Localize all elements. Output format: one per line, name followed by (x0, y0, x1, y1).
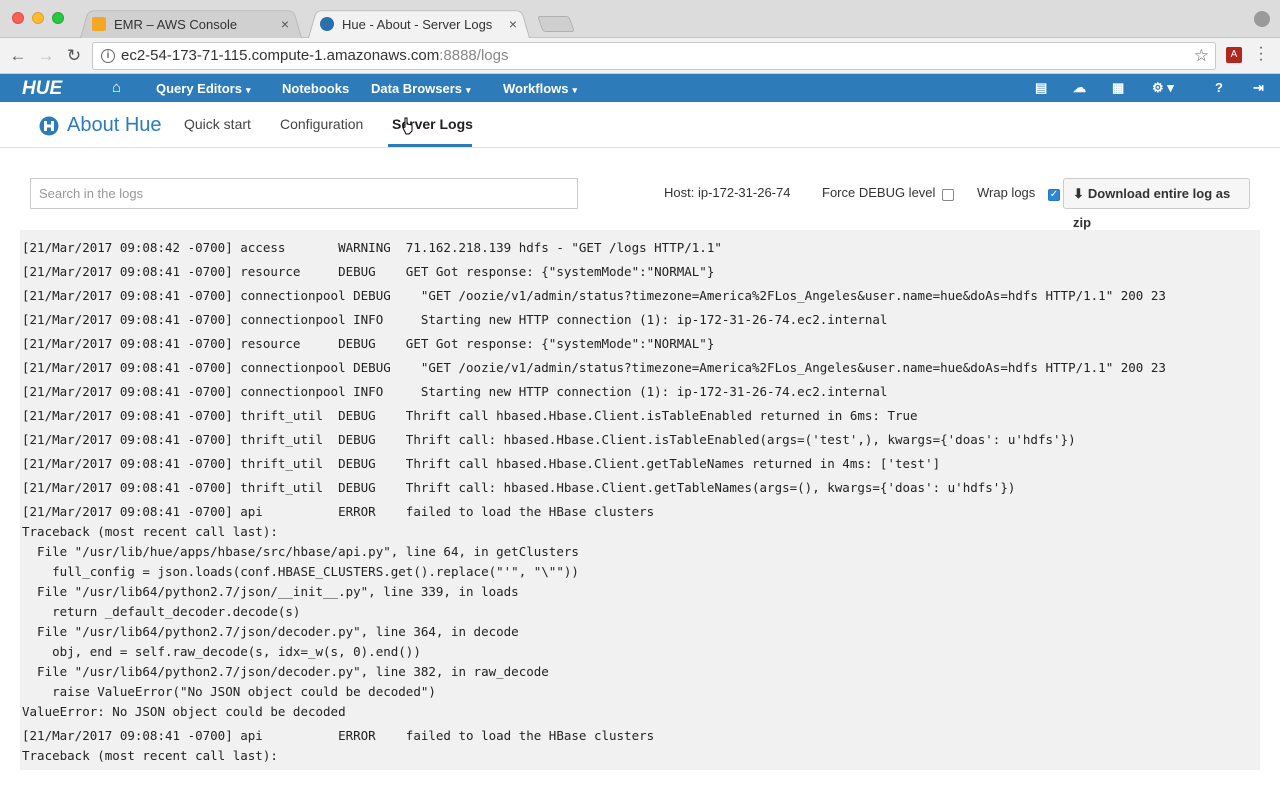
log-line: raise ValueError("No JSON object could b… (22, 684, 436, 699)
log-line: [21/Mar/2017 09:08:41 -0700] api ERROR f… (22, 728, 655, 743)
log-line: File "/usr/lib/hue/apps/hbase/src/hbase/… (22, 544, 579, 559)
tab-close-icon[interactable]: × (506, 16, 520, 32)
log-line: [21/Mar/2017 09:08:41 -0700] thrift_util… (22, 432, 1076, 447)
log-line: File "/usr/lib64/python2.7/json/decoder.… (22, 664, 549, 679)
reload-icon[interactable]: ↻ (64, 46, 84, 66)
force-debug-label: Force DEBUG level (822, 185, 936, 200)
log-line: [21/Mar/2017 09:08:41 -0700] connectionp… (22, 312, 888, 327)
wrap-logs-checkbox[interactable]: ✓ (1048, 189, 1060, 201)
log-line: [21/Mar/2017 09:08:41 -0700] resource DE… (22, 336, 715, 351)
log-search-input[interactable]: Search in the logs (30, 178, 578, 209)
log-line: Traceback (most recent call last): (22, 748, 278, 763)
aws-favicon-icon (92, 17, 106, 31)
about-subheader: About Hue Quick start Configuration Serv… (0, 102, 1280, 148)
host-label: Host: ip-172-31-26-74 (664, 185, 791, 200)
nav-data-browsers[interactable]: Data Browsers ▾ (371, 81, 471, 96)
hue-favicon-icon (320, 17, 334, 31)
log-line: obj, end = self.raw_decode(s, idx=_w(s, … (22, 644, 421, 659)
url-host: ec2-54-173-71-115.compute-1.amazonaws.co… (121, 47, 440, 64)
info-icon[interactable]: i (101, 49, 115, 63)
log-line: [21/Mar/2017 09:08:41 -0700] thrift_util… (22, 480, 1016, 495)
nav-notebooks[interactable]: Notebooks (282, 81, 349, 96)
browser-tab-hue[interactable]: Hue - About - Server Logs × (308, 8, 530, 38)
log-output[interactable]: [21/Mar/2017 09:08:42 -0700] access WARN… (20, 230, 1260, 770)
hue-about-logo-icon (39, 116, 59, 136)
log-line: [21/Mar/2017 09:08:41 -0700] connectionp… (22, 288, 1166, 303)
window-minimize-button[interactable] (32, 12, 44, 24)
log-line: return _default_decoder.decode(s) (22, 604, 301, 619)
forward-arrow-icon[interactable]: → (36, 46, 56, 66)
page-title[interactable]: About Hue (67, 114, 162, 137)
mouse-cursor-icon (402, 117, 413, 135)
new-tab-button[interactable] (537, 16, 575, 32)
download-button-label: Download entire log as zip (1073, 186, 1231, 230)
bookmark-star-icon[interactable]: ☆ (1194, 43, 1209, 69)
log-line: Traceback (most recent call last): (22, 524, 278, 539)
cloud-icon[interactable]: ☁ (1073, 80, 1086, 96)
chevron-down-icon: ▾ (572, 85, 578, 95)
log-line: full_config = json.loads(conf.HBASE_CLUS… (22, 564, 579, 579)
browser-menu-icon[interactable]: · · · (1256, 40, 1266, 68)
help-icon[interactable]: ? (1215, 80, 1223, 95)
log-line: [21/Mar/2017 09:08:41 -0700] thrift_util… (22, 456, 941, 471)
active-tab-indicator (388, 144, 472, 147)
force-debug-checkbox[interactable] (942, 189, 954, 201)
url-path: :8888/logs (439, 47, 509, 64)
profile-icon[interactable] (1254, 11, 1270, 27)
nav-label: Workflows (503, 81, 569, 96)
log-line: [21/Mar/2017 09:08:41 -0700] resource DE… (22, 264, 715, 279)
url-text: ec2-54-173-71-115.compute-1.amazonaws.co… (121, 43, 508, 69)
log-line: File "/usr/lib64/python2.7/json/decoder.… (22, 624, 519, 639)
nav-label: Query Editors (156, 81, 242, 96)
log-line: [21/Mar/2017 09:08:41 -0700] api ERROR f… (22, 504, 655, 519)
browser-titlebar: EMR – AWS Console × Hue - About - Server… (0, 0, 1280, 38)
log-line: ValueError: No JSON object could be deco… (22, 704, 346, 719)
tab-label: Hue - About - Server Logs (342, 16, 493, 32)
browser-toolbar: ← → ↻ i ec2-54-173-71-115.compute-1.amaz… (0, 38, 1280, 74)
back-arrow-icon[interactable]: ← (8, 46, 28, 66)
file-icon[interactable]: ▤ (1035, 80, 1047, 96)
table-icon[interactable]: ▦ (1112, 80, 1124, 96)
tab-close-icon[interactable]: × (278, 16, 292, 32)
home-icon[interactable]: ⌂ (112, 79, 121, 96)
window-maximize-button[interactable] (52, 12, 64, 24)
window-close-button[interactable] (12, 12, 24, 24)
hue-navbar: HUE ⌂ Query Editors ▾ Notebooks Data Brow… (0, 74, 1280, 102)
nav-label: Data Browsers (371, 81, 463, 96)
tab-label: EMR – AWS Console (114, 16, 238, 32)
tab-configuration[interactable]: Configuration (280, 116, 363, 132)
browser-tab-emr[interactable]: EMR – AWS Console × (80, 8, 302, 38)
tab-quick-start[interactable]: Quick start (184, 116, 251, 132)
chevron-down-icon: ▾ (245, 85, 251, 95)
pdf-extension-icon[interactable]: A (1226, 47, 1242, 63)
hue-logo[interactable]: HUE (22, 78, 62, 100)
nav-label: Notebooks (282, 81, 350, 96)
address-bar[interactable]: i ec2-54-173-71-115.compute-1.amazonaws.… (92, 42, 1216, 70)
log-line: [21/Mar/2017 09:08:42 -0700] access WARN… (22, 240, 722, 255)
log-line: [21/Mar/2017 09:08:41 -0700] connectionp… (22, 360, 1166, 375)
admin-gear-icon[interactable]: ⚙ ▾ (1152, 80, 1174, 96)
nav-workflows[interactable]: Workflows ▾ (503, 81, 577, 96)
sign-out-icon[interactable]: ⇥ (1253, 80, 1264, 96)
download-icon: ⬇ (1073, 186, 1084, 201)
log-line: [21/Mar/2017 09:08:41 -0700] connectionp… (22, 384, 888, 399)
chevron-down-icon: ▾ (466, 85, 471, 95)
wrap-logs-label: Wrap logs (977, 185, 1036, 200)
download-log-button[interactable]: ⬇ Download entire log as zip (1063, 178, 1250, 230)
log-line: [21/Mar/2017 09:08:41 -0700] thrift_util… (22, 408, 918, 423)
log-line: File "/usr/lib64/python2.7/json/__init__… (22, 584, 519, 599)
nav-query-editors[interactable]: Query Editors ▾ (156, 81, 251, 96)
